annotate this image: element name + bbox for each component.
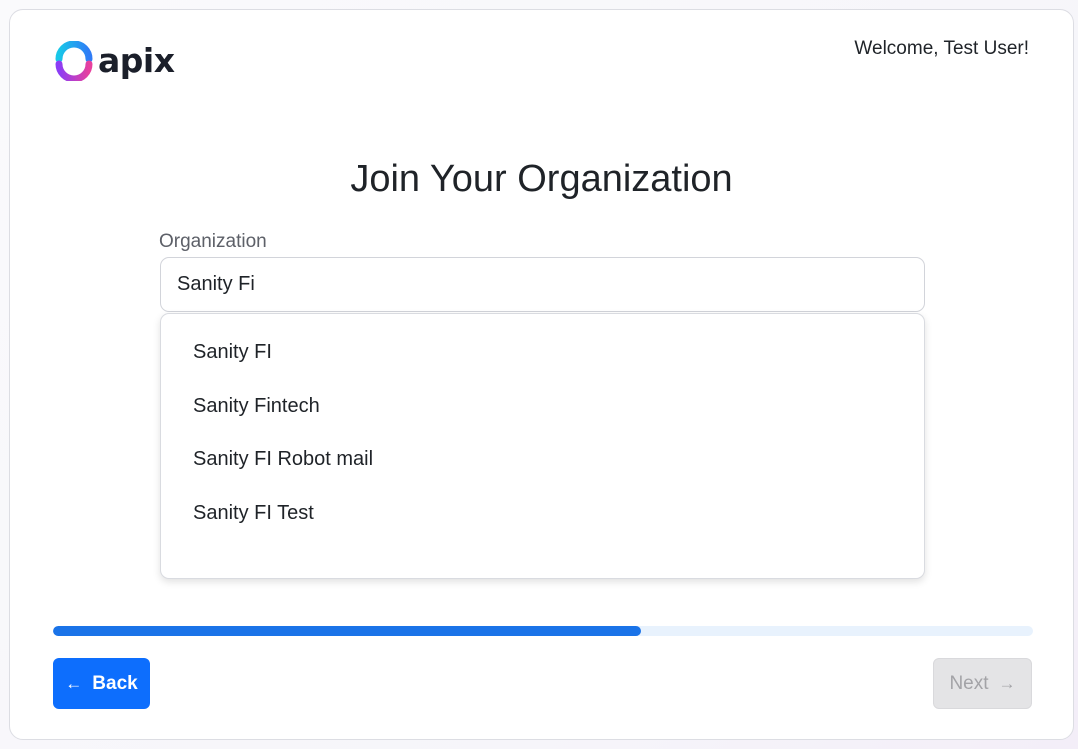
page-title: Join Your Organization	[350, 158, 733, 200]
welcome-message: Welcome, Test User!	[854, 38, 1029, 59]
progress-bar	[53, 626, 1033, 636]
onboarding-card: apix Welcome, Test User! Join Your Organ…	[9, 9, 1074, 740]
suggestion-sanity-fi[interactable]: Sanity FI	[161, 329, 924, 383]
organization-input[interactable]	[160, 257, 925, 312]
next-button[interactable]: Next →	[933, 658, 1032, 709]
logo-wordmark: apix	[98, 41, 175, 80]
progress-bar-fill	[53, 626, 641, 636]
next-button-label: Next	[949, 672, 989, 694]
suggestion-sanity-fi-test[interactable]: Sanity FI Test	[161, 490, 924, 544]
arrow-left-icon: ←	[65, 674, 83, 693]
organization-label: Organization	[159, 231, 267, 252]
back-button[interactable]: ← Back	[53, 658, 150, 709]
suggestion-sanity-fi-robot-mail[interactable]: Sanity FI Robot mail	[161, 436, 924, 490]
arrow-right-icon: →	[998, 674, 1016, 693]
back-button-label: Back	[92, 672, 138, 694]
organization-suggestions-dropdown: Sanity FI Sanity Fintech Sanity FI Robot…	[160, 313, 925, 579]
apix-logo: apix	[54, 41, 175, 81]
apix-logo-icon	[55, 41, 93, 81]
suggestion-sanity-fintech[interactable]: Sanity Fintech	[161, 383, 924, 437]
